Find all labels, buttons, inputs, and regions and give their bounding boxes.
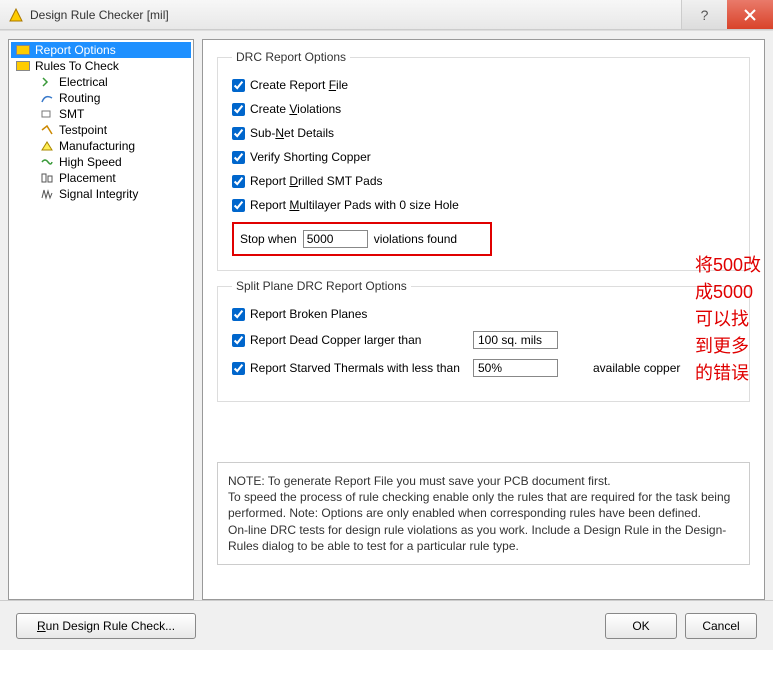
tree-label: Report Options [35,43,116,57]
tree-label: Placement [59,171,116,185]
split-plane-options-group: Split Plane DRC Report Options Report Br… [217,279,750,402]
subnet-details-label[interactable]: Sub-Net Details [250,126,334,140]
tree-item-high-speed[interactable]: High Speed [11,154,191,170]
options-icon [15,59,31,73]
stop-when-label-pre: Stop when [240,232,297,246]
tree-item-placement[interactable]: Placement [11,170,191,186]
tree-label: Rules To Check [35,59,119,73]
electrical-icon [39,75,55,89]
manufacturing-icon [39,139,55,153]
annotation-text: 将500改成5000 可以找到更多的错误 [695,252,764,387]
tree-item-report-options[interactable]: Report Options [11,42,191,58]
bottom-bar: Run Design Rule Check... OK Cancel [0,600,773,650]
broken-planes-label[interactable]: Report Broken Planes [250,307,367,321]
tree-label: High Speed [59,155,122,169]
tree-item-rules-to-check[interactable]: Rules To Check [11,58,191,74]
help-button[interactable]: ? [681,0,727,29]
tree-item-signal-integrity[interactable]: Signal Integrity [11,186,191,202]
starved-thermals-label[interactable]: Report Starved Thermals with less than [250,361,460,375]
verify-shorting-label[interactable]: Verify Shorting Copper [250,150,371,164]
tree-item-testpoint[interactable]: Testpoint [11,122,191,138]
stop-when-input[interactable] [303,230,368,248]
split-plane-legend: Split Plane DRC Report Options [232,279,411,293]
options-icon [15,43,31,57]
dead-copper-input[interactable] [473,331,558,349]
verify-shorting-checkbox[interactable] [232,151,245,164]
starved-thermals-suffix: available copper [593,361,680,375]
run-drc-button[interactable]: Run Design Rule Check... [16,613,196,639]
routing-icon [39,91,55,105]
note-text: NOTE: To generate Report File you must s… [228,473,739,554]
report-multilayer-label[interactable]: Report Multilayer Pads with 0 size Hole [250,198,459,212]
ok-button[interactable]: OK [605,613,677,639]
drc-report-options-group: DRC Report Options Create Report File Cr… [217,50,750,271]
signal-icon [39,187,55,201]
highspeed-icon [39,155,55,169]
nav-tree[interactable]: Report Options Rules To Check Electrical… [8,39,194,600]
placement-icon [39,171,55,185]
create-violations-label[interactable]: Create Violations [250,102,341,116]
dead-copper-label[interactable]: Report Dead Copper larger than [250,333,460,347]
tree-item-electrical[interactable]: Electrical [11,74,191,90]
drc-legend: DRC Report Options [232,50,350,64]
report-drilled-label[interactable]: Report Drilled SMT Pads [250,174,383,188]
tree-label: SMT [59,107,84,121]
tree-item-routing[interactable]: Routing [11,90,191,106]
tree-label: Manufacturing [59,139,135,153]
stop-when-row: Stop when violations found [232,222,492,256]
report-drilled-checkbox[interactable] [232,175,245,188]
starved-thermals-checkbox[interactable] [232,362,245,375]
tree-label: Electrical [59,75,108,89]
tree-label: Signal Integrity [59,187,138,201]
tree-label: Routing [59,91,100,105]
create-violations-checkbox[interactable] [232,103,245,116]
testpoint-icon [39,123,55,137]
cancel-button[interactable]: Cancel [685,613,757,639]
tree-label: Testpoint [59,123,107,137]
dead-copper-checkbox[interactable] [232,334,245,347]
app-icon [8,7,24,23]
tree-item-smt[interactable]: SMT [11,106,191,122]
create-report-file-label[interactable]: Create Report File [250,78,348,92]
tree-item-manufacturing[interactable]: Manufacturing [11,138,191,154]
content-panel: DRC Report Options Create Report File Cr… [202,39,765,600]
broken-planes-checkbox[interactable] [232,308,245,321]
window-title: Design Rule Checker [mil] [30,8,681,22]
subnet-details-checkbox[interactable] [232,127,245,140]
note-box: NOTE: To generate Report File you must s… [217,462,750,565]
close-button[interactable] [727,0,773,29]
create-report-file-checkbox[interactable] [232,79,245,92]
smt-icon [39,107,55,121]
report-multilayer-checkbox[interactable] [232,199,245,212]
stop-when-label-post: violations found [374,232,457,246]
title-bar: Design Rule Checker [mil] ? [0,0,773,30]
starved-thermals-input[interactable] [473,359,558,377]
